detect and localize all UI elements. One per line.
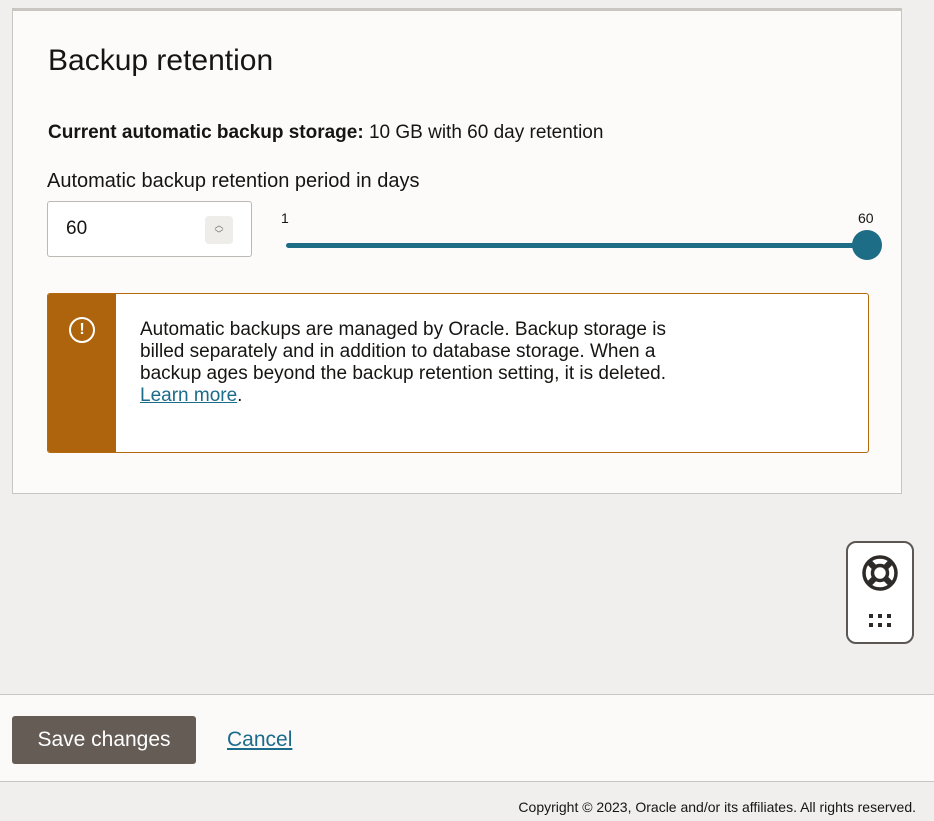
alert-message: Automatic backups are managed by Oracle.… [140, 319, 840, 407]
current-storage-text: Current automatic backup storage: 10 GB … [48, 122, 603, 144]
retention-period-value[interactable]: 60 [66, 218, 87, 240]
exclamation-circle-icon: ! [69, 317, 95, 343]
alert-accent-bar: ! [48, 294, 116, 452]
apps-grid-icon[interactable] [868, 613, 892, 629]
alert-link-line: Learn more. [140, 385, 840, 407]
slider-max-label: 60 [858, 210, 874, 226]
alert-line: Automatic backups are managed by Oracle.… [140, 319, 666, 340]
lifebuoy-icon[interactable] [860, 553, 900, 593]
help-widget[interactable] [846, 541, 914, 644]
current-storage-value: 10 GB with 60 day retention [368, 122, 604, 143]
cancel-link[interactable]: Cancel [227, 728, 292, 752]
alert-line: billed separately and in addition to dat… [140, 341, 656, 362]
panel-title: Backup retention [48, 44, 274, 77]
retention-slider-track[interactable] [286, 243, 871, 248]
alert-line: backup ages beyond the backup retention … [140, 363, 667, 384]
save-changes-button[interactable]: Save changes [12, 716, 196, 764]
retention-period-label: Automatic backup retention period in day… [47, 170, 420, 192]
action-footer: Save changes Cancel [0, 694, 934, 782]
retention-period-input[interactable]: 60 ︿ ﹀ [47, 201, 252, 257]
backup-info-alert: ! Automatic backups are managed by Oracl… [47, 293, 869, 453]
step-down-icon[interactable]: ﹀ [214, 230, 223, 239]
copyright-text: Copyright © 2023, Oracle and/or its affi… [518, 799, 916, 815]
retention-slider-thumb[interactable] [852, 230, 882, 260]
current-storage-label: Current automatic backup storage: [48, 122, 364, 143]
learn-more-link[interactable]: Learn more [140, 385, 237, 406]
link-period: . [237, 385, 243, 406]
up-down-chevron-icon[interactable]: ︿ ﹀ [205, 216, 233, 244]
slider-min-label: 1 [281, 210, 289, 226]
backup-retention-panel: Backup retention Current automatic backu… [12, 8, 902, 494]
